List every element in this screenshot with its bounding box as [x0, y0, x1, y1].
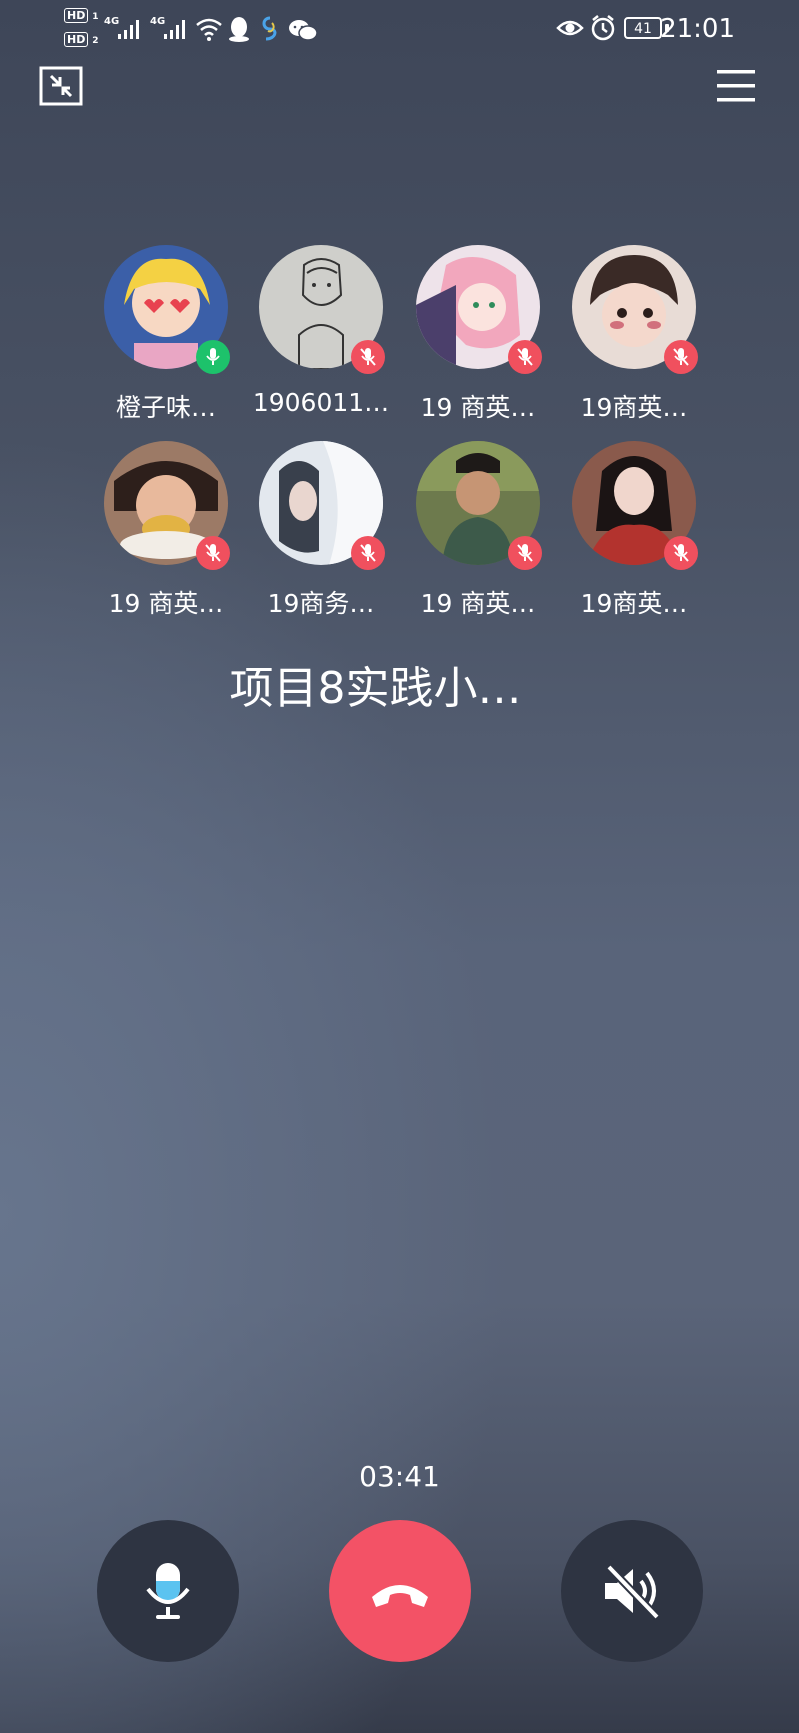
- app-icon: [262, 16, 277, 41]
- hd1-indicator: HD 1: [64, 8, 99, 23]
- microphone-button[interactable]: [97, 1520, 239, 1662]
- battery-level: 41: [634, 21, 652, 37]
- eye-icon: [556, 20, 584, 36]
- microphone-off-icon: [360, 348, 376, 366]
- mic-off-badge: [664, 536, 698, 570]
- hd2-label: HD: [64, 32, 89, 47]
- microphone-off-icon: [673, 544, 689, 562]
- minimize-button[interactable]: [39, 66, 83, 106]
- mic-off-badge: [351, 536, 385, 570]
- signal-icon: [164, 20, 185, 39]
- wifi-icon: [196, 18, 222, 41]
- hang-up-button[interactable]: [329, 1520, 471, 1662]
- hd1-sub: 1: [92, 12, 99, 22]
- alarm-icon: [591, 15, 615, 41]
- mic-off-badge: [196, 536, 230, 570]
- wechat-icon: [289, 20, 318, 41]
- participant-name: 19商务…: [267, 589, 375, 618]
- microphone-off-icon: [673, 348, 689, 366]
- menu-button[interactable]: [717, 68, 757, 104]
- group-name: 项目8实践小…: [229, 663, 522, 714]
- speaker-muted-icon: [605, 1564, 660, 1620]
- participant-name: 19 商英…: [420, 393, 536, 422]
- signal-icon: [118, 20, 139, 39]
- mic-off-badge: [508, 340, 542, 374]
- minimize-icon: [39, 66, 83, 106]
- hd2-indicator: HD 2: [64, 32, 99, 47]
- hd2-sub: 2: [92, 36, 99, 46]
- microphone-off-icon: [360, 544, 376, 562]
- call-timer: 03:41: [359, 1460, 440, 1493]
- participant-name: 19商英…: [580, 393, 688, 422]
- mic-off-badge: [664, 340, 698, 374]
- speaker-button[interactable]: [561, 1520, 703, 1662]
- mic-on-badge: [196, 340, 230, 374]
- microphone-icon: [146, 1563, 190, 1619]
- participant-name: 19 商英…: [108, 589, 224, 618]
- mic-off-badge: [351, 340, 385, 374]
- microphone-off-icon: [517, 348, 533, 366]
- battery-icon: 41: [624, 17, 662, 39]
- hang-up-icon: [372, 1585, 428, 1607]
- clock: 21:01: [660, 14, 735, 44]
- microphone-icon: [206, 348, 220, 365]
- menu-icon: [717, 70, 755, 102]
- microphone-off-icon: [517, 544, 533, 562]
- participant-name: 19 商英…: [420, 589, 536, 618]
- participant-name: 19商英…: [580, 589, 688, 618]
- participant-name: 橙子味…: [115, 393, 216, 422]
- mic-off-badge: [508, 536, 542, 570]
- hd1-label: HD: [64, 8, 89, 23]
- participant-name: 1906011…: [252, 388, 390, 417]
- microphone-off-icon: [205, 544, 221, 562]
- qq-icon: [229, 17, 249, 42]
- status-bar: HD 1 HD 2 4G 4G 41 21:01: [0, 0, 799, 60]
